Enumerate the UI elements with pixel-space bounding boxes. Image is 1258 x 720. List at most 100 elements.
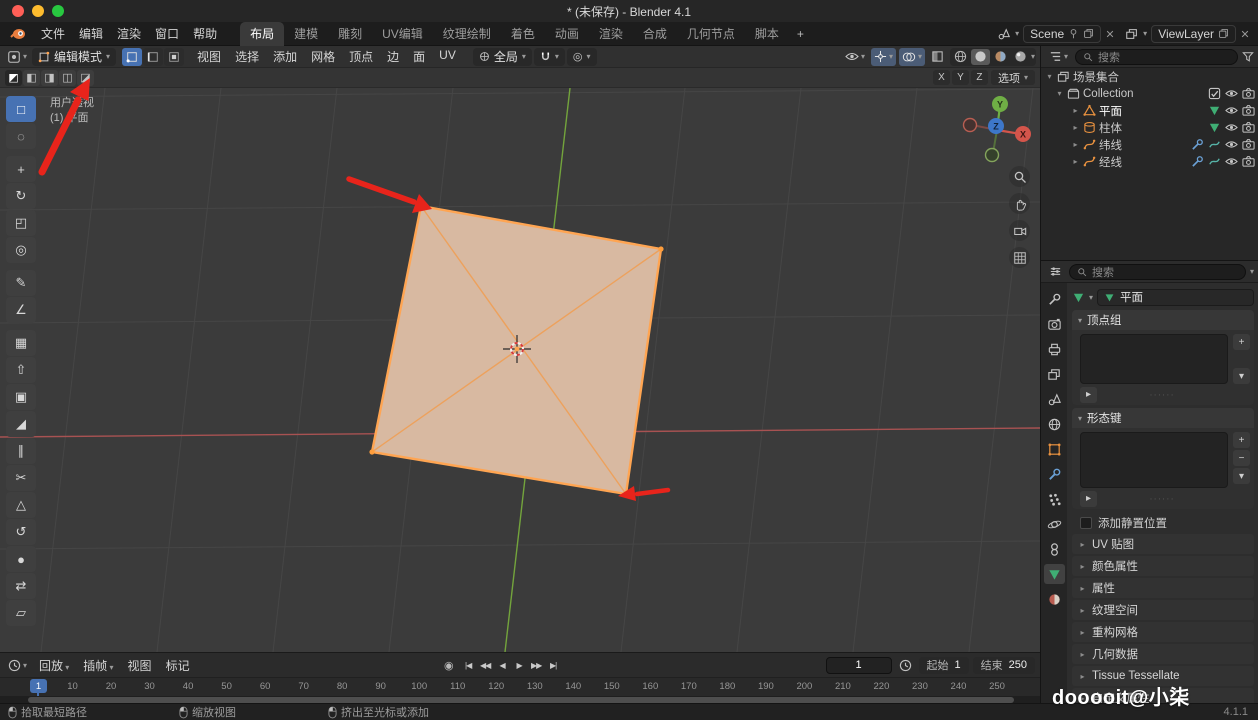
outliner-search-input[interactable]: 搜索: [1075, 49, 1238, 65]
disclosure-icon[interactable]: ▾: [1055, 89, 1064, 98]
properties-tab-view-layer[interactable]: [1044, 364, 1065, 384]
properties-tab-object[interactable]: [1044, 439, 1065, 459]
add-workspace-button[interactable]: +: [789, 22, 812, 46]
curve-data-icon[interactable]: [1208, 155, 1221, 168]
shading-wireframe-button[interactable]: [951, 49, 970, 65]
properties-tab-particles[interactable]: [1044, 489, 1065, 509]
disclosure-icon[interactable]: ▾: [1045, 72, 1054, 81]
shading-material-button[interactable]: [991, 49, 1010, 65]
viewport-menu[interactable]: 添加: [266, 48, 304, 65]
mode-dropdown[interactable]: 编辑模式 ▾: [32, 48, 116, 66]
timeline-menu[interactable]: 回放 ▾: [32, 657, 76, 674]
camera-small-icon[interactable]: [1242, 138, 1255, 151]
tool-extrude-region[interactable]: ⇧: [6, 357, 36, 383]
properties-tab-data[interactable]: [1044, 564, 1065, 584]
viewport-menu[interactable]: 视图: [190, 48, 228, 65]
collapsed-panel[interactable]: ▸颜色属性: [1072, 556, 1254, 576]
tool-rotate[interactable]: ↻: [6, 183, 36, 209]
play-reverse-button[interactable]: ◀: [495, 657, 510, 674]
panel-expand-icon[interactable]: ▸: [1078, 540, 1087, 549]
disclosure-icon[interactable]: ▸: [1071, 140, 1080, 149]
properties-tab-render[interactable]: [1044, 314, 1065, 334]
outliner-row[interactable]: ▾场景集合: [1041, 68, 1258, 85]
mirror-y-toggle[interactable]: Y: [952, 70, 969, 85]
pan-view-button[interactable]: [1009, 193, 1030, 214]
vertex-groups-list[interactable]: [1080, 334, 1228, 384]
tool-edge-slide[interactable]: ⇄: [6, 573, 36, 599]
panel-expand-icon[interactable]: ▸: [1078, 584, 1087, 593]
eye-icon[interactable]: [1225, 121, 1238, 134]
tool-transform[interactable]: ◎: [6, 237, 36, 263]
eye-icon[interactable]: [1225, 104, 1238, 117]
tool-spin[interactable]: ↺: [6, 519, 36, 545]
show-overlays-toggle[interactable]: ▾: [899, 48, 925, 66]
camera-small-icon[interactable]: [1242, 121, 1255, 134]
camera-small-icon[interactable]: [1242, 87, 1255, 100]
wrench-small-icon[interactable]: [1191, 138, 1204, 151]
properties-tab-scene[interactable]: [1044, 389, 1065, 409]
timeline-editor-type-button[interactable]: ▾: [5, 656, 30, 674]
panel-expand-icon[interactable]: ▸: [1078, 628, 1087, 637]
workspace-tab[interactable]: 雕刻: [328, 22, 372, 46]
shape-keys-list[interactable]: [1080, 432, 1228, 488]
properties-tab-world[interactable]: [1044, 414, 1065, 434]
frame-start-field[interactable]: 起始1: [919, 657, 969, 674]
camera-view-button[interactable]: [1009, 220, 1030, 241]
workspace-tab[interactable]: UV编辑: [372, 22, 433, 46]
workspace-tab[interactable]: 合成: [633, 22, 677, 46]
eye-icon[interactable]: [1225, 87, 1238, 100]
editor-type-button[interactable]: ▾: [4, 48, 30, 66]
new-scene-icon[interactable]: [1083, 28, 1094, 39]
add-vertex-group-button[interactable]: +: [1233, 334, 1250, 350]
properties-filter-caret[interactable]: ▾: [1250, 267, 1254, 276]
viewport-menu[interactable]: 网格: [304, 48, 342, 65]
vertex-group-specials-button[interactable]: ▾: [1233, 368, 1250, 384]
viewlayer-name-field[interactable]: ViewLayer: [1151, 25, 1236, 43]
navigation-gizmo[interactable]: Y X Z: [955, 92, 1040, 172]
camera-small-icon[interactable]: [1242, 104, 1255, 117]
properties-search-input[interactable]: 搜索: [1069, 264, 1246, 280]
mesh-data-icon[interactable]: [1208, 104, 1221, 117]
collapsed-panel[interactable]: ▸几何数据: [1072, 644, 1254, 664]
tool-annotate[interactable]: ✎: [6, 270, 36, 296]
workspace-tab[interactable]: 着色: [501, 22, 545, 46]
tool-shear[interactable]: ▱: [6, 600, 36, 626]
auto-keyframe-toggle[interactable]: ◉: [444, 659, 454, 672]
outliner-editor-type-button[interactable]: ▾: [1046, 48, 1071, 66]
tool-select-box[interactable]: □: [6, 96, 36, 122]
shading-solid-button[interactable]: [971, 49, 990, 65]
menubar-menu[interactable]: 编辑: [72, 27, 110, 41]
mirror-z-toggle[interactable]: Z: [971, 70, 988, 85]
disclosure-icon[interactable]: ▸: [1071, 157, 1080, 166]
vertex-groups-panel-header[interactable]: ▾顶点组: [1072, 310, 1254, 330]
viewport-menu[interactable]: 边: [380, 48, 406, 65]
collapsed-panel[interactable]: ▸UV 贴图: [1072, 534, 1254, 554]
viewport-menu[interactable]: 顶点: [342, 48, 380, 65]
viewport-menu[interactable]: 选择: [228, 48, 266, 65]
shading-rendered-button[interactable]: [1011, 49, 1030, 65]
previous-keyframe-button[interactable]: ◀◀: [478, 657, 493, 674]
add-shape-key-button[interactable]: +: [1233, 432, 1250, 448]
workspace-tab[interactable]: 脚本: [745, 22, 789, 46]
collapsed-panel[interactable]: ▸重构网格: [1072, 622, 1254, 642]
tool-loop-cut[interactable]: ∥: [6, 438, 36, 464]
mirror-x-toggle[interactable]: X: [933, 70, 950, 85]
timeline-ruler[interactable]: 1020304050607080901001101201301401501601…: [0, 677, 1040, 696]
disclosure-icon[interactable]: ▸: [1071, 106, 1080, 115]
tool-smooth[interactable]: ●: [6, 546, 36, 572]
tool-inset-faces[interactable]: ▣: [6, 384, 36, 410]
outliner-filter-icon[interactable]: [1242, 51, 1254, 63]
mesh-datablock-field[interactable]: 平面: [1097, 289, 1254, 306]
collapsed-panel[interactable]: ▸属性: [1072, 578, 1254, 598]
tool-move[interactable]: +: [6, 156, 36, 182]
blender-logo-icon[interactable]: [10, 27, 26, 41]
menubar-menu[interactable]: 文件: [34, 27, 72, 41]
viewlayer-browse-icon[interactable]: [1125, 27, 1139, 41]
eye-icon[interactable]: [1225, 155, 1238, 168]
workspace-tab[interactable]: 动画: [545, 22, 589, 46]
tool-poly-build[interactable]: △: [6, 492, 36, 518]
remove-viewlayer-icon[interactable]: [1240, 29, 1250, 39]
menubar-menu[interactable]: 渲染: [110, 27, 148, 41]
use-preview-range-toggle[interactable]: [896, 656, 915, 674]
select-op-invert[interactable]: ◫: [59, 70, 76, 86]
